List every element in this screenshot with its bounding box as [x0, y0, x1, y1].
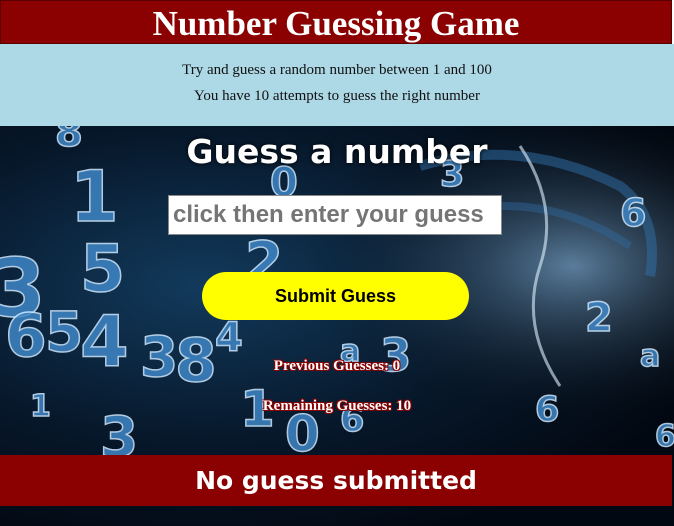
svg-text:3: 3: [140, 325, 178, 389]
header-bar: Number Guessing Game: [0, 0, 672, 44]
game-area: 8 1 5 3 6 5 4 3 8 4 2 0 4 3 a 1 3 1 0 6 …: [0, 126, 674, 526]
svg-text:5: 5: [45, 300, 83, 364]
guess-heading: Guess a number: [186, 132, 488, 171]
instructions-attempts-text: You have 10 attempts to guess the right …: [194, 88, 480, 104]
remaining-guesses-text: Remaining Guesses: 10: [262, 398, 412, 414]
submit-guess-button[interactable]: Submit Guess: [202, 272, 469, 320]
svg-text:6: 6: [620, 191, 646, 235]
svg-text:4: 4: [215, 315, 243, 361]
instructions-range-text: Try and guess a random number between 1 …: [182, 62, 492, 78]
page: Number Guessing Game Try and guess a ran…: [0, 0, 674, 526]
page-title: Number Guessing Game: [152, 4, 520, 43]
svg-text:6: 6: [655, 419, 674, 454]
result-message: No guess submitted: [195, 466, 477, 495]
svg-text:5: 5: [80, 232, 125, 307]
result-message-bar: No guess submitted: [0, 455, 672, 506]
instructions-panel: Try and guess a random number between 1 …: [0, 44, 674, 126]
svg-text:2: 2: [585, 295, 613, 341]
previous-guesses-text: Previous Guesses: 0: [273, 358, 401, 374]
guess-input[interactable]: [168, 195, 502, 235]
